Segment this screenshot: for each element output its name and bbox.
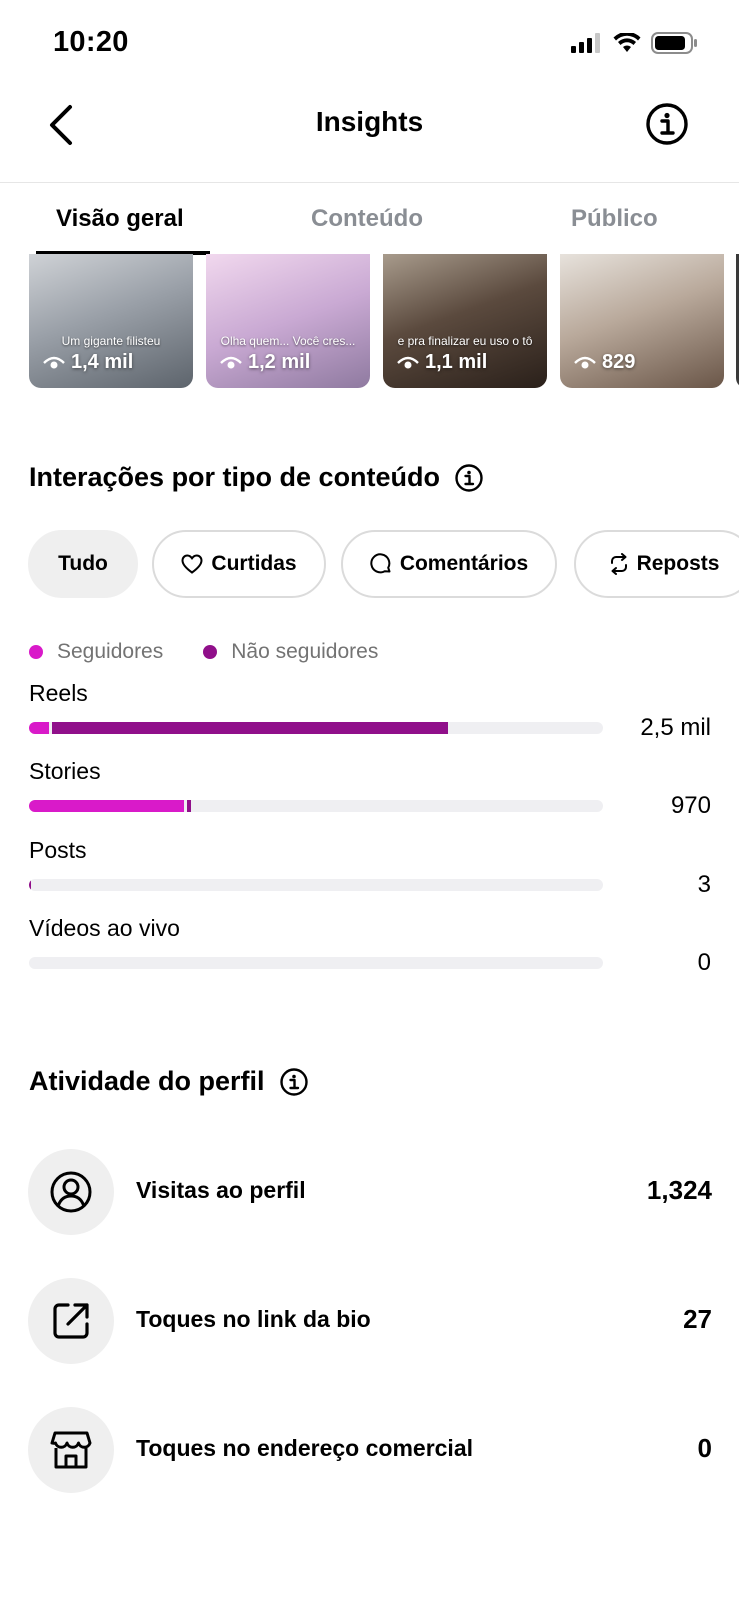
thumbnail-card[interactable]: e pra finalizar eu uso o tô 1,1 mil <box>383 254 547 388</box>
tab-audience[interactable]: Público <box>571 205 658 233</box>
legend-item-followers: Seguidores <box>29 640 163 664</box>
thumbnail-card[interactable]: 829 <box>560 254 724 388</box>
profile-activity-section-header: Atividade do perfil <box>29 1066 309 1097</box>
info-button[interactable] <box>645 102 689 146</box>
tab-bar: Visão geral Conteúdo Público <box>0 182 739 255</box>
thumbnail-view-count: 829 <box>602 351 636 373</box>
filter-chip-all[interactable]: Tudo <box>28 530 138 598</box>
activity-row-business-address-taps[interactable]: Toques no endereço comercial 0 <box>28 1407 712 1493</box>
external-link-icon <box>53 1303 89 1339</box>
thumbnail-card[interactable]: Um gigante filisteu 1,4 mil <box>29 254 193 388</box>
activity-label: Toques no endereço comercial <box>136 1435 474 1461</box>
content-type-filters: Tudo Curtidas Comentários Reposts <box>28 530 739 598</box>
interaction-bar-row: Reels 2,5 mil <box>29 680 711 756</box>
battery-icon <box>651 32 697 54</box>
eye-icon <box>574 356 596 368</box>
thumbnail-view-count: 1,2 mil <box>248 351 311 373</box>
tab-overview[interactable]: Visão geral <box>56 205 184 233</box>
status-time: 10:20 <box>53 26 129 58</box>
info-icon <box>646 103 688 145</box>
bar-track <box>29 879 603 891</box>
cellular-signal-icon <box>571 33 600 53</box>
bar-label: Reels <box>29 680 88 706</box>
bar-segment-followers <box>29 800 184 812</box>
interactions-section-header: Interações por tipo de conteúdo <box>29 462 484 493</box>
info-icon[interactable] <box>279 1067 309 1097</box>
bar-value: 970 <box>670 792 711 819</box>
bar-track <box>29 722 603 734</box>
comment-icon <box>370 553 391 574</box>
filter-chip-label: Curtidas <box>211 552 297 575</box>
filter-chip-label: Comentários <box>399 552 529 575</box>
bar-label: Stories <box>29 758 101 784</box>
filter-chip-label: Tudo <box>58 552 108 575</box>
bar-segment-non-followers <box>52 722 448 734</box>
eye-icon <box>397 356 419 368</box>
activity-label: Visitas ao perfil <box>136 1177 306 1203</box>
top-content-thumbnails: Um gigante filisteu 1,4 mil Olha quem...… <box>0 254 739 388</box>
bar-value: 0 <box>697 949 711 976</box>
thumbnail-caption: Olha quem... Você cres... <box>220 334 356 348</box>
interaction-bar-row: Stories 970 <box>29 758 711 834</box>
filter-chip-likes[interactable]: Curtidas <box>152 530 326 598</box>
filter-chip-label: Reposts <box>636 552 720 575</box>
thumbnail-card[interactable]: Olha quem... Você cres... 1,2 mil <box>206 254 370 388</box>
bar-label: Posts <box>29 837 87 863</box>
thumbnail-views: 1,4 mil <box>43 351 133 374</box>
activity-icon-wrap <box>28 1278 114 1364</box>
storefront-icon <box>50 1431 92 1469</box>
activity-icon-wrap <box>28 1407 114 1493</box>
chart-legend: Seguidores Não seguidores <box>29 640 378 664</box>
status-bar: 10:20 <box>0 0 739 88</box>
bar-track <box>29 957 603 969</box>
bar-value: 3 <box>697 871 711 898</box>
thumbnail-view-count: 1,4 mil <box>71 351 134 373</box>
activity-row-bio-link-taps[interactable]: Toques no link da bio 27 <box>28 1278 712 1364</box>
thumbnail-views: 1,2 mil <box>220 351 310 374</box>
legend-item-non-followers: Não seguidores <box>203 640 378 664</box>
thumbnail-caption: Um gigante filisteu <box>61 334 161 348</box>
interaction-bar-row: Posts 3 <box>29 837 711 913</box>
activity-value: 1,324 <box>646 1175 712 1205</box>
heart-icon <box>181 554 203 574</box>
tab-content[interactable]: Conteúdo <box>311 205 423 233</box>
bar-track <box>29 800 603 812</box>
activity-value: 0 <box>697 1433 712 1463</box>
interaction-bar-row: Vídeos ao vivo 0 <box>29 915 711 991</box>
page-title: Insights <box>315 106 424 137</box>
info-icon[interactable] <box>454 463 484 493</box>
legend-dot-followers <box>29 645 43 659</box>
profile-activity-title: Atividade do perfil <box>29 1066 265 1096</box>
nav-header: Insights <box>0 88 739 180</box>
interactions-title: Interações por tipo de conteúdo <box>29 462 441 492</box>
thumbnail-view-count: 1,1 mil <box>425 351 488 373</box>
filter-chip-reposts[interactable]: Reposts <box>574 530 739 598</box>
thumbnail-caption: e pra finalizar eu uso o tô <box>397 334 533 348</box>
legend-dot-non-followers <box>203 645 218 659</box>
wifi-icon <box>613 33 641 52</box>
legend-label: Seguidores <box>57 640 164 663</box>
activity-label: Toques no link da bio <box>136 1306 371 1332</box>
filter-chip-comments[interactable]: Comentários <box>341 530 557 598</box>
profile-icon <box>50 1171 92 1213</box>
legend-label: Não seguidores <box>231 640 379 663</box>
eye-icon <box>220 356 242 368</box>
activity-value: 27 <box>683 1304 712 1334</box>
repost-icon <box>610 553 627 575</box>
status-icons <box>571 32 699 54</box>
thumbnail-views: 829 <box>574 351 635 374</box>
bar-segment-non-followers <box>187 800 191 812</box>
activity-row-profile-visits[interactable]: Visitas ao perfil 1,324 <box>28 1149 712 1235</box>
bar-value: 2,5 mil <box>640 714 711 741</box>
thumbnail-views: 1,1 mil <box>397 351 487 374</box>
bar-segment-non-followers <box>29 879 31 891</box>
bar-label: Vídeos ao vivo <box>29 915 180 941</box>
bar-segment-followers <box>29 722 49 734</box>
eye-icon <box>43 356 65 368</box>
activity-icon-wrap <box>28 1149 114 1235</box>
